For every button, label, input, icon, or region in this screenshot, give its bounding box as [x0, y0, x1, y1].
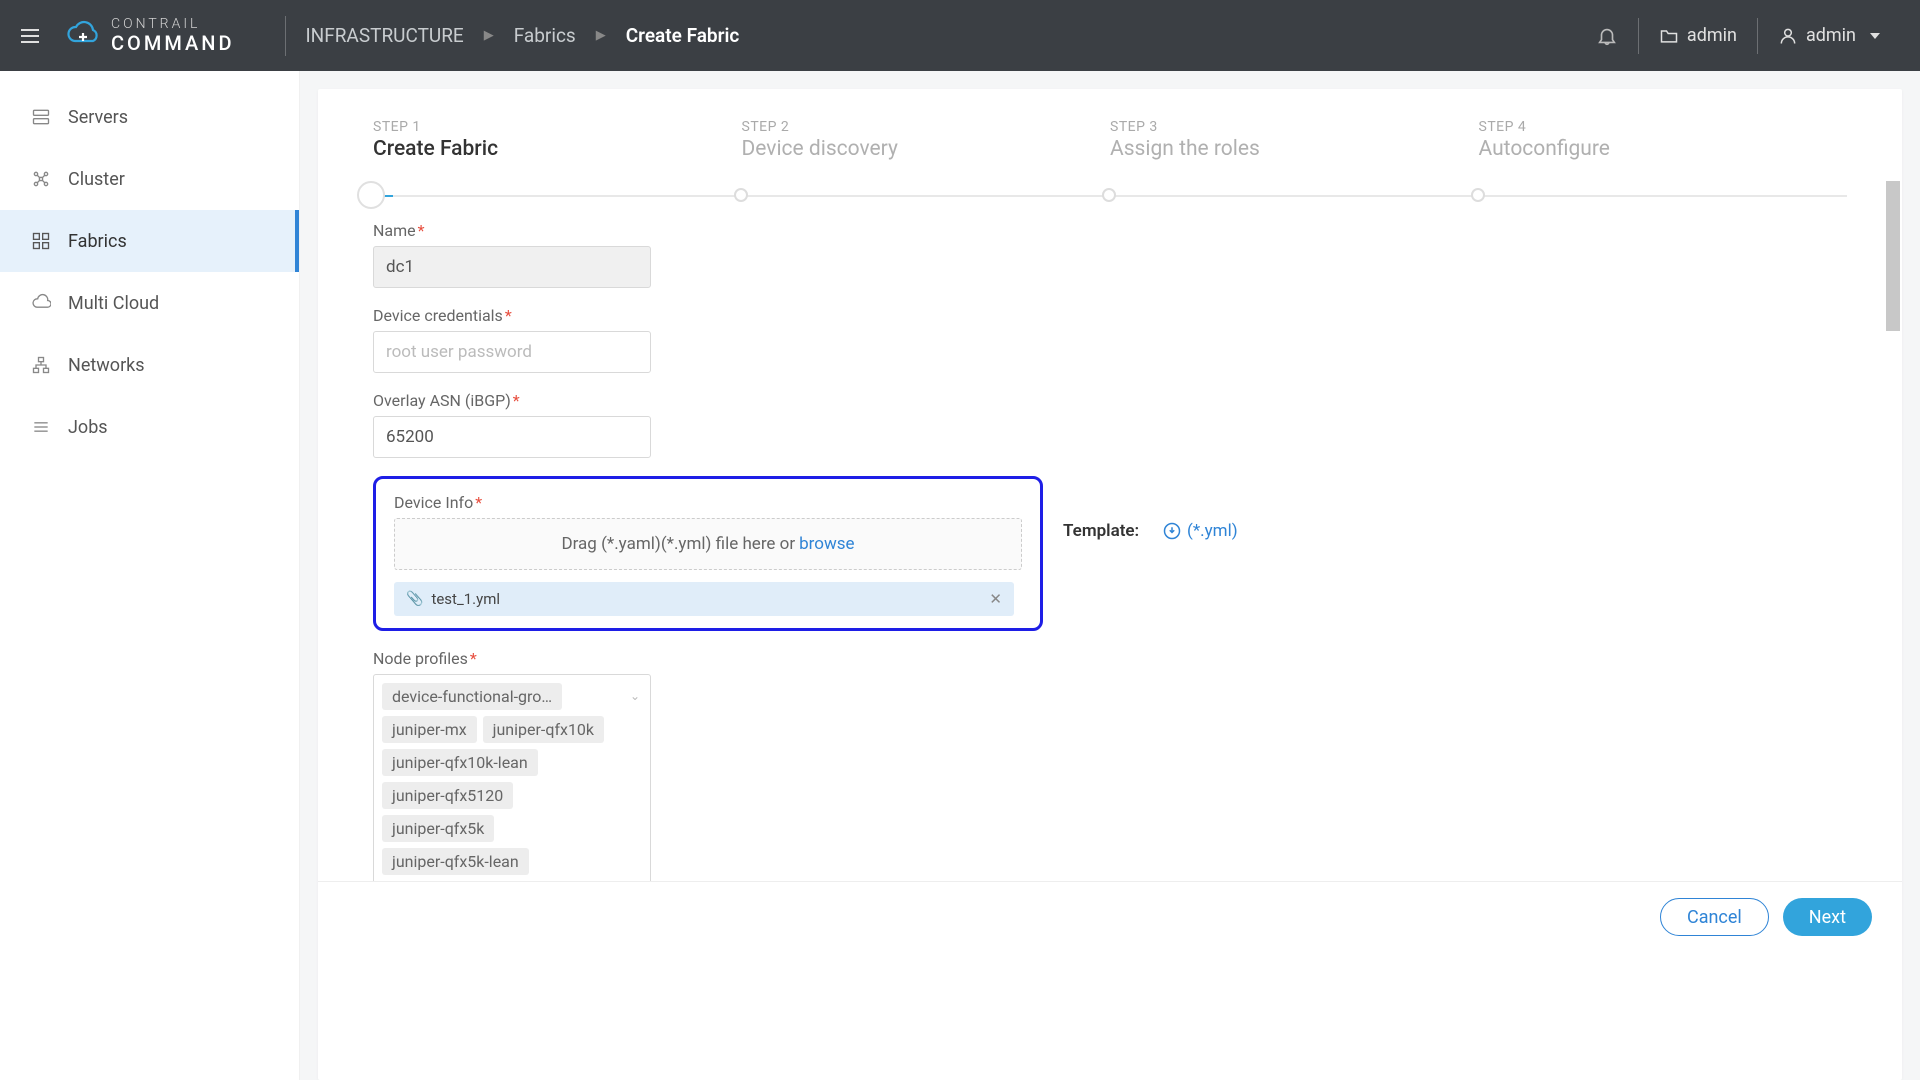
sidebar-item-servers[interactable]: Servers — [0, 86, 299, 148]
field-overlay-asn: Overlay ASN (iBGP)* — [373, 391, 1847, 458]
cloud-icon — [30, 292, 52, 314]
node-profiles-label: Node profiles* — [373, 649, 1847, 668]
chevron-right-icon: ▶ — [596, 28, 606, 43]
sidebar-item-cluster[interactable]: Cluster — [0, 148, 299, 210]
notifications-button[interactable] — [1576, 25, 1638, 47]
sidebar-item-label: Cluster — [68, 169, 125, 190]
header-right: admin admin — [1576, 18, 1900, 54]
step-4: STEP 4 Autoconfigure — [1479, 119, 1848, 161]
card-footer: Cancel Next — [318, 881, 1902, 952]
remove-file-button[interactable]: ✕ — [989, 590, 1002, 608]
app-logo[interactable]: CONTRAIL COMMAND — [65, 17, 265, 54]
profile-tag[interactable]: juniper-qfx10k — [483, 716, 604, 743]
overlay-asn-label: Overlay ASN (iBGP)* — [373, 391, 1847, 410]
chevron-right-icon: ▶ — [484, 28, 494, 43]
logo-text: CONTRAIL COMMAND — [111, 17, 235, 54]
profile-tag[interactable]: juniper-qfx5k — [382, 815, 494, 842]
attachment-icon: 📎 — [406, 591, 423, 607]
form-area: Name* Device credentials* Overlay ASN (i… — [318, 161, 1902, 881]
node-profiles-select[interactable]: ⌄ device-functional-gro… juniper-mx juni… — [373, 674, 651, 881]
cloud-icon — [65, 19, 101, 51]
user-name: admin — [1806, 25, 1856, 46]
breadcrumb-infrastructure[interactable]: INFRASTRUCTURE — [306, 24, 464, 47]
name-label: Name* — [373, 221, 1847, 240]
credentials-input[interactable] — [373, 331, 651, 373]
servers-icon — [30, 106, 52, 128]
cancel-button[interactable]: Cancel — [1660, 898, 1769, 936]
sidebar-item-multicloud[interactable]: Multi Cloud — [0, 272, 299, 334]
user-icon — [1778, 26, 1798, 46]
sidebar-item-label: Jobs — [68, 417, 108, 438]
profile-tag[interactable]: device-functional-gro… — [382, 683, 562, 710]
credentials-label: Device credentials* — [373, 306, 1847, 325]
breadcrumb-fabrics[interactable]: Fabrics — [514, 24, 576, 47]
step-title: Device discovery — [742, 137, 1111, 161]
stepper: STEP 1 Create Fabric STEP 2 Device disco… — [318, 89, 1902, 161]
profile-tag[interactable]: juniper-mx — [382, 716, 477, 743]
jobs-icon — [30, 416, 52, 438]
template-download-link[interactable]: (*.yml) — [1163, 521, 1238, 541]
device-info-label: Device Info* — [394, 493, 1022, 512]
step-num: STEP 1 — [373, 119, 742, 135]
sidebar-item-label: Networks — [68, 355, 145, 376]
device-info-wrapper: Device Info* Drag (*.yaml)(*.yml) file h… — [373, 476, 1847, 631]
step-num: STEP 2 — [742, 119, 1111, 135]
uploaded-file-chip: 📎 test_1.yml ✕ — [394, 582, 1014, 616]
chevron-down-icon — [1870, 33, 1880, 39]
step-num: STEP 3 — [1110, 119, 1479, 135]
main-content: STEP 1 Create Fabric STEP 2 Device disco… — [300, 71, 1920, 1080]
step-2: STEP 2 Device discovery — [742, 119, 1111, 161]
profile-tag[interactable]: juniper-qfx10k-lean — [382, 749, 538, 776]
sidebar-item-jobs[interactable]: Jobs — [0, 396, 299, 458]
device-info-box: Device Info* Drag (*.yaml)(*.yml) file h… — [373, 476, 1043, 631]
sidebar-item-fabrics[interactable]: Fabrics — [0, 210, 299, 272]
field-node-profiles: Node profiles* ⌄ device-functional-gro… … — [373, 649, 1847, 881]
next-button[interactable]: Next — [1783, 898, 1872, 936]
step-title: Create Fabric — [373, 137, 742, 161]
folder-icon — [1659, 26, 1679, 46]
fabrics-icon — [30, 230, 52, 252]
sidebar-item-networks[interactable]: Networks — [0, 334, 299, 396]
step-title: Assign the roles — [1110, 137, 1479, 161]
divider — [285, 16, 286, 56]
profile-tag[interactable]: juniper-qfx5k-lean — [382, 848, 529, 875]
file-dropzone[interactable]: Drag (*.yaml)(*.yml) file here or browse — [394, 518, 1022, 570]
sidebar-item-label: Fabrics — [68, 231, 127, 252]
step-3: STEP 3 Assign the roles — [1110, 119, 1479, 161]
step-title: Autoconfigure — [1479, 137, 1848, 161]
step-1: STEP 1 Create Fabric — [373, 119, 742, 161]
dropzone-text: Drag (*.yaml)(*.yml) file here or — [561, 534, 795, 554]
overlay-asn-input[interactable] — [373, 416, 651, 458]
sidebar-item-label: Multi Cloud — [68, 293, 159, 314]
bell-icon — [1596, 25, 1618, 47]
hamburger-menu-icon[interactable] — [10, 16, 50, 56]
template-label: Template: — [1063, 521, 1139, 541]
cluster-icon — [30, 168, 52, 190]
project-dropdown[interactable]: admin — [1639, 25, 1757, 46]
user-dropdown[interactable]: admin — [1758, 25, 1900, 46]
networks-icon — [30, 354, 52, 376]
app-header: CONTRAIL COMMAND INFRASTRUCTURE ▶ Fabric… — [0, 0, 1920, 71]
sidebar-item-label: Servers — [68, 107, 128, 128]
step-num: STEP 4 — [1479, 119, 1848, 135]
sidebar: Servers Cluster Fabrics Multi Cloud Netw… — [0, 71, 300, 1080]
scrollbar-thumb[interactable] — [1886, 181, 1900, 331]
chevron-down-icon: ⌄ — [630, 689, 640, 703]
breadcrumb: INFRASTRUCTURE ▶ Fabrics ▶ Create Fabric — [306, 24, 740, 47]
name-input[interactable] — [373, 246, 651, 288]
field-credentials: Device credentials* — [373, 306, 1847, 373]
field-name: Name* — [373, 221, 1847, 288]
download-icon — [1163, 522, 1181, 540]
profile-tag[interactable]: juniper-qfx5120 — [382, 782, 513, 809]
breadcrumb-create-fabric: Create Fabric — [626, 24, 740, 47]
create-fabric-card: STEP 1 Create Fabric STEP 2 Device disco… — [318, 89, 1902, 1080]
browse-link[interactable]: browse — [799, 534, 854, 554]
file-name: test_1.yml — [431, 590, 500, 608]
project-name: admin — [1687, 25, 1737, 46]
